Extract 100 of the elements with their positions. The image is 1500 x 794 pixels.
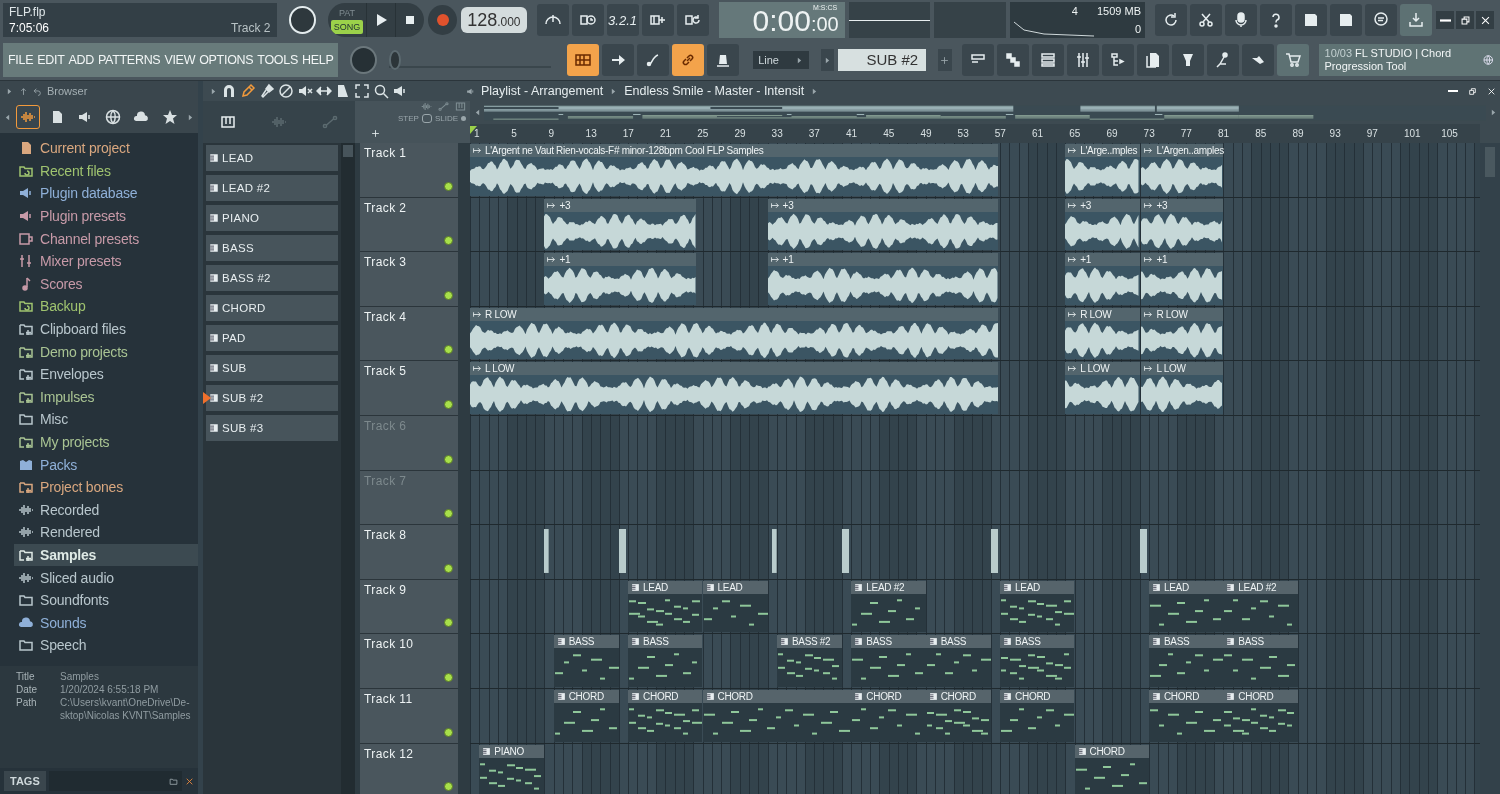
pattern-clip[interactable]: PIANO [479,744,545,794]
menu-item[interactable]: OPTIONS [199,53,254,67]
audio-clip[interactable]: L'Arge..mples [1065,144,1140,196]
pattern-clip[interactable]: LEAD [628,580,703,633]
track-header[interactable]: Track 10 [360,634,458,689]
track-lane[interactable]: L'Argent ne Vaut Rien-vocals-F# minor-128bpm Cool FLP Samples L'Arge..mples L'Argen..amples [470,143,1480,198]
pattern-item[interactable]: SUB [206,355,338,381]
audio-clip[interactable]: R LOW [1065,307,1140,360]
browser-item[interactable]: Packs [14,453,198,476]
track-header[interactable]: Track 3 [360,252,458,307]
breadcrumb-item[interactable]: Playlist - Arrangement [481,84,604,98]
pattern-clip[interactable]: LEAD #2 [1223,580,1298,633]
pattern-clip[interactable]: BASS [1000,635,1075,687]
browser-item[interactable]: Soundfonts [14,588,198,612]
breadcrumb-item[interactable]: Endless Smile - Master - Intensit [624,84,805,98]
pattern-clip[interactable]: CHORD [1148,689,1224,742]
audio-clip[interactable]: +1 [1065,253,1140,305]
pattern-clip[interactable]: LEAD [1148,580,1224,633]
track-header[interactable]: Track 4 [360,306,458,362]
pattern-clip[interactable]: BASS [851,635,926,687]
track-header[interactable]: Track 9 [360,579,458,635]
track-header[interactable]: Track 5 [360,361,458,416]
browser-item[interactable]: My projects [14,430,198,454]
audio-clip[interactable]: R LOW [470,307,999,360]
track-header[interactable]: Track 2 [360,197,458,253]
browser-item[interactable]: Scores [14,272,198,296]
browser-item[interactable]: Clipboard files [14,317,198,341]
track-header[interactable]: Track 8 [360,525,458,580]
browser-item[interactable]: Demo projects [14,340,198,363]
menu-item[interactable]: HELP [301,53,334,67]
browser-item[interactable]: Backup [14,295,198,318]
audio-clip[interactable]: R LOW [1141,307,1224,360]
menu-item[interactable]: PATTERNS [98,53,161,67]
audio-clip[interactable]: +3 [1065,198,1140,251]
audio-clip[interactable]: L'Argen..amples [1141,144,1224,196]
pattern-item[interactable]: PIANO [206,205,338,231]
audio-clip[interactable]: +1 [767,253,999,305]
pattern-item[interactable]: LEAD [206,145,338,171]
track-lane[interactable]: LEAD LEAD LEAD #2 LEAD LEAD LEAD #2 [470,579,1480,635]
browser-item[interactable]: Envelopes [14,362,198,386]
pattern-clip[interactable]: CHORD [628,689,703,742]
track-lane[interactable]: BASS BASS BASS #2 BASS BASS BASS BASS BASS [470,634,1480,689]
menu-item[interactable]: ADD [68,53,94,67]
pattern-clip[interactable]: BASS #2 [776,635,842,687]
audio-clip[interactable]: L LOW [470,362,999,414]
track-lane[interactable]: +3 +3 +3 +3 [470,197,1480,253]
browser-item[interactable]: Sliced audio [14,566,198,589]
pattern-item[interactable]: SUB #3 [206,415,338,441]
pattern-clip[interactable]: CHORD [1000,689,1075,742]
pattern-clip[interactable]: CHORD [1223,689,1298,742]
browser-item[interactable]: Current project [14,137,198,160]
browser-item[interactable]: Rendered [14,521,198,544]
track-lane[interactable]: R LOW R LOW R LOW [470,306,1480,362]
track-lane[interactable]: +1 +1 +1 +1 [470,252,1480,307]
browser-item[interactable]: Plugin presets [14,204,198,228]
audio-clip[interactable]: +3 [767,198,999,251]
pattern-clip[interactable]: BASS [925,635,991,687]
pattern-clip[interactable]: BASS [553,635,619,687]
countdown-button[interactable]: 3.2.1 [606,4,639,36]
track-header[interactable]: Track 12 [360,743,458,794]
track-header[interactable]: Track 1 [360,143,458,198]
snap-dropdown[interactable]: Line [753,51,809,69]
pattern-clip[interactable]: LEAD #2 [851,580,926,633]
tempo-field[interactable]: 128.000 [461,7,527,33]
pattern-clip[interactable]: CHORD [702,689,852,742]
track-lane[interactable]: CHORD CHORD CHORD CHORD CHORD CHORD CHORD CHORD [470,688,1480,744]
menu-item[interactable]: EDIT [37,53,65,67]
pattern-clip[interactable]: CHORD [851,689,926,742]
pattern-item[interactable]: BASS [206,235,338,261]
audio-clip[interactable]: +1 [544,253,696,305]
pattern-clip[interactable]: CHORD [553,689,619,742]
menu-item[interactable]: FILE [8,53,34,67]
track-header[interactable]: Track 11 [360,688,458,744]
browser-item[interactable]: Recorded [14,498,198,522]
audio-clip[interactable]: +3 [544,198,696,251]
mode-toggle[interactable]: PAT [330,6,364,20]
pattern-clip[interactable]: CHORD [1074,744,1149,794]
track-lane[interactable]: L LOW L LOW L LOW [470,361,1480,416]
browser-item[interactable]: Project bones [14,475,198,499]
pattern-clip[interactable]: BASS [1148,635,1224,687]
tags-button[interactable]: TAGS [4,771,46,791]
track-lane[interactable]: PIANO CHORD [470,743,1480,794]
menu-item[interactable]: VIEW [164,53,196,67]
pattern-selector[interactable]: SUB #2 [838,49,927,71]
browser-item[interactable]: Samples [14,543,198,567]
audio-clip[interactable]: L LOW [1141,362,1224,414]
audio-clip[interactable]: +3 [1141,198,1224,251]
menu-item[interactable]: TOOLS [257,53,298,67]
browser-item[interactable]: Recent files [14,159,198,183]
browser-item[interactable]: Mixer presets [14,249,198,273]
pattern-item[interactable]: LEAD #2 [206,175,338,201]
audio-clip[interactable]: L'Argent ne Vaut Rien-vocals-F# minor-128bpm Cool FLP Samples [470,144,999,196]
pattern-clip[interactable]: LEAD [1000,580,1075,633]
pattern-item[interactable]: PAD [206,325,338,351]
mode-toggle[interactable]: SONG [330,20,364,34]
browser-item[interactable]: Speech [14,634,198,657]
browser-item[interactable]: Channel presets [14,227,198,250]
pattern-clip[interactable]: BASS [628,635,703,687]
audio-clip[interactable]: +1 [1141,253,1224,305]
browser-item[interactable]: Sounds [14,611,198,635]
